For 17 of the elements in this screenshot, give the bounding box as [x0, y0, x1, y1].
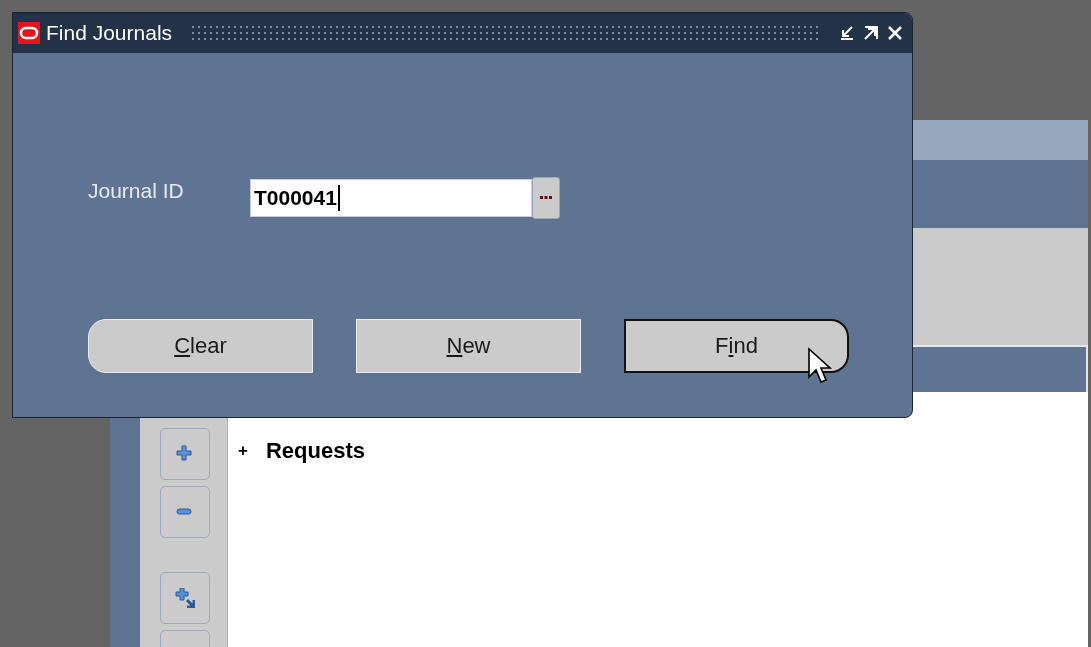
oracle-logo-icon — [18, 22, 40, 44]
journal-id-field[interactable]: T000041 — [250, 179, 532, 217]
close-icon[interactable] — [886, 24, 904, 42]
plus-icon — [174, 444, 195, 464]
tool-button[interactable] — [159, 572, 210, 624]
dialog-button[interactable]: Find — [624, 319, 849, 373]
maximize-icon[interactable] — [862, 24, 880, 42]
tree-item[interactable]: Requests — [265, 438, 365, 464]
window-title: Find Journals — [46, 21, 173, 45]
plus-arrow-icon — [174, 588, 195, 608]
list-of-values-button[interactable] — [532, 177, 560, 219]
ellipsis-icon — [540, 196, 552, 200]
dialog-button[interactable]: Clear — [88, 319, 313, 373]
field-label: Journal ID — [88, 179, 185, 203]
dialog-button[interactable]: New — [356, 319, 581, 373]
minimize-icon[interactable] — [838, 24, 856, 42]
expand-toggle[interactable]: + — [238, 441, 248, 461]
